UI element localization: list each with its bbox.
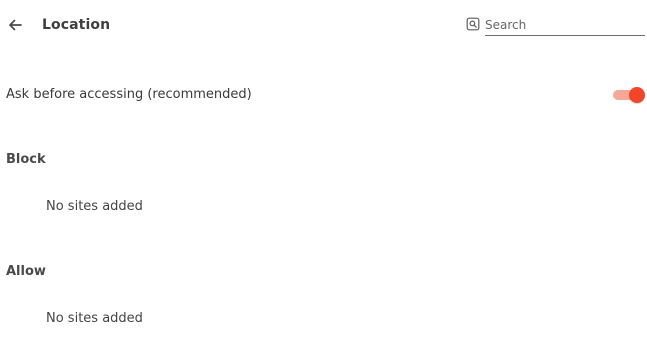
- ask-before-accessing-row[interactable]: Ask before accessing (recommended): [0, 82, 647, 108]
- search-input[interactable]: [485, 14, 645, 36]
- page-title: Location: [42, 17, 111, 33]
- allow-empty-text: No sites added: [46, 311, 143, 326]
- allow-heading: Allow: [6, 264, 46, 279]
- toggle-knob: [629, 87, 645, 103]
- ask-before-accessing-label: Ask before accessing (recommended): [6, 87, 252, 102]
- search-icon: [466, 17, 480, 31]
- back-button[interactable]: [4, 14, 26, 36]
- ask-before-accessing-toggle[interactable]: [613, 87, 645, 103]
- block-empty-text: No sites added: [46, 199, 143, 214]
- search-box[interactable]: [464, 14, 645, 38]
- page-header: Location: [0, 0, 647, 52]
- arrow-left-icon: [9, 19, 22, 31]
- block-heading: Block: [6, 152, 46, 167]
